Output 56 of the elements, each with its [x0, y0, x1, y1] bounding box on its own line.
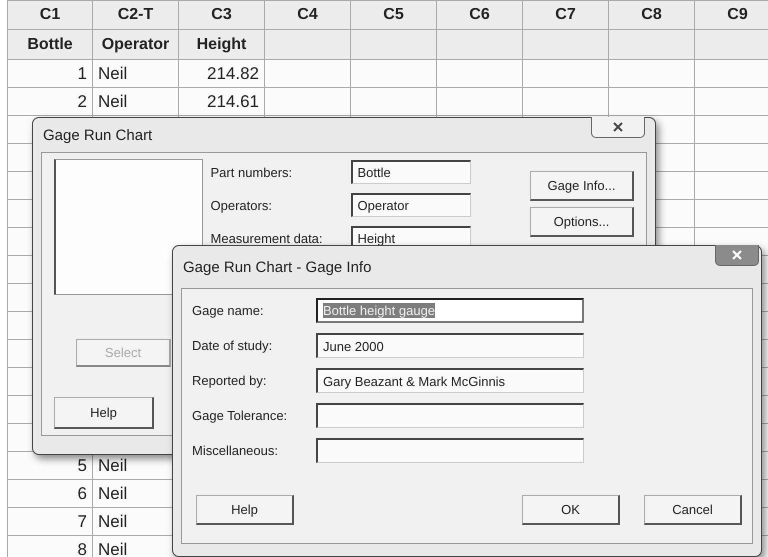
- close-icon: [612, 122, 624, 132]
- table-cell: Neil: [93, 88, 179, 116]
- close-icon: [731, 250, 743, 260]
- input-field[interactable]: [316, 438, 584, 463]
- close-button[interactable]: [715, 245, 759, 266]
- column-header[interactable]: C7: [523, 0, 609, 30]
- column-name-cell[interactable]: [351, 30, 437, 60]
- field-label: Part numbers:: [210, 164, 294, 180]
- column-header[interactable]: C2-T: [93, 0, 179, 30]
- cancel-button[interactable]: Cancel: [644, 495, 742, 525]
- table-cell: Neil: [93, 536, 179, 557]
- column-header[interactable]: C5: [351, 0, 437, 30]
- dialog-button[interactable]: Options...: [530, 207, 634, 237]
- input-field[interactable]: Operator: [350, 193, 471, 217]
- column-name-cell[interactable]: [437, 30, 523, 60]
- column-header[interactable]: C3: [179, 0, 265, 30]
- window-title: Gage Run Chart - Gage Info: [183, 258, 372, 276]
- table-cell: 214.61: [179, 88, 265, 116]
- column-name-cell[interactable]: [523, 30, 609, 60]
- table-cell: 6: [7, 480, 93, 508]
- input-field[interactable]: June 2000: [316, 333, 584, 358]
- field-label: Measurement data:: [210, 230, 324, 246]
- field-label: Operators:: [210, 198, 273, 212]
- column-name-cell[interactable]: Operator: [93, 30, 179, 60]
- table-cell: 5: [7, 452, 93, 480]
- help-button[interactable]: Help: [196, 495, 294, 525]
- column-name-cell[interactable]: Height: [179, 30, 265, 60]
- input-field[interactable]: [316, 403, 584, 428]
- field-label: Reported by:: [192, 373, 268, 388]
- column-header[interactable]: C8: [609, 0, 695, 30]
- input-field[interactable]: Gary Beazant & Mark McGinnis: [316, 368, 584, 393]
- column-header[interactable]: C9: [695, 0, 768, 30]
- window-title: Gage Run Chart: [43, 126, 152, 144]
- field-label: Gage Tolerance:: [192, 408, 288, 423]
- field-label: Miscellaneous:: [192, 443, 279, 458]
- column-header[interactable]: C4: [265, 0, 351, 30]
- help-button[interactable]: Help: [54, 397, 154, 429]
- input-field[interactable]: Bottle height gauge: [316, 298, 584, 323]
- table-cell: 214.82: [179, 60, 265, 88]
- field-label: Gage name:: [192, 303, 265, 318]
- table-cell: 2: [7, 88, 93, 116]
- column-name-cell[interactable]: Bottle: [7, 30, 93, 60]
- input-field[interactable]: Bottle: [350, 160, 471, 184]
- ok-button[interactable]: OK: [522, 495, 620, 525]
- table-cell: Neil: [93, 60, 179, 88]
- close-button[interactable]: [591, 117, 645, 138]
- column-header[interactable]: C6: [437, 0, 523, 30]
- field-label: Date of study:: [192, 338, 274, 353]
- dialog-button[interactable]: Gage Info...: [530, 171, 634, 201]
- column-name-cell[interactable]: [609, 30, 695, 60]
- column-name-cell[interactable]: [265, 30, 351, 60]
- column-header[interactable]: C1: [7, 0, 93, 30]
- table-cell: 8: [7, 536, 93, 557]
- table-cell: 1: [7, 60, 93, 88]
- table-cell: 7: [7, 508, 93, 536]
- column-name-cell[interactable]: [695, 30, 768, 60]
